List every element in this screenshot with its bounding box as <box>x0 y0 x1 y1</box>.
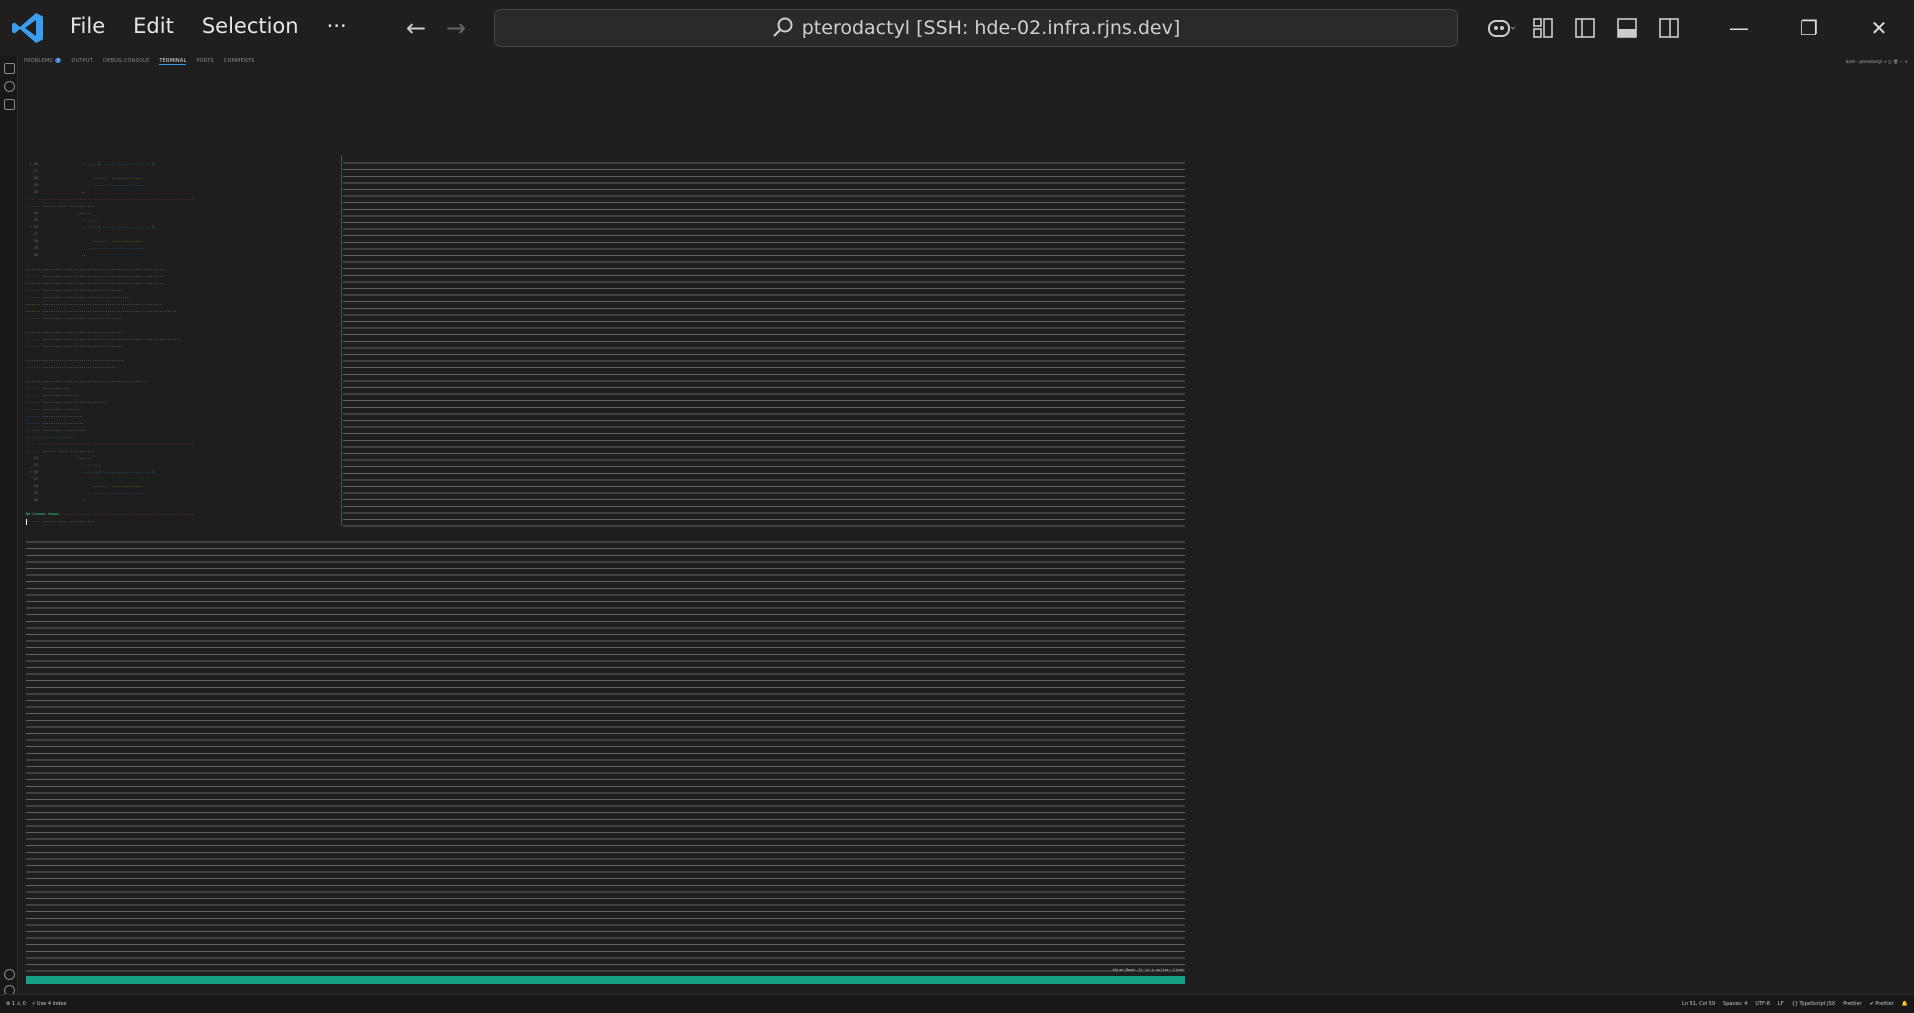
forward-arrow-icon[interactable]: → <box>446 14 466 42</box>
explorer-icon[interactable] <box>4 63 15 74</box>
menu-more[interactable]: ··· <box>327 14 347 38</box>
vscode-logo-icon[interactable] <box>10 10 46 46</box>
back-arrow-icon[interactable]: ← <box>406 14 426 42</box>
status-bar: ⊗ 1 ⚠ 0 ⚡ Use 4 index Ln 51, Col 59 Spac… <box>0 994 1914 1013</box>
menu-selection[interactable]: Selection <box>202 14 299 38</box>
menu-edit[interactable]: Edit <box>133 14 174 38</box>
indentation[interactable]: Spaces: 4 <box>1723 1001 1747 1007</box>
menu-file[interactable]: File <box>70 14 105 38</box>
terminal-right-pane-lines <box>343 157 1185 531</box>
cursor-position[interactable]: Ln 51, Col 59 <box>1682 1001 1715 1007</box>
source-control-icon[interactable] <box>4 81 15 92</box>
kill-terminal-icon[interactable]: 🗑 <box>1893 59 1898 64</box>
panel-tabs: PROBLEMS 7 OUTPUT DEBUG CONSOLE TERMINAL… <box>24 58 255 65</box>
close-panel-icon[interactable]: ✕ <box>1905 59 1908 64</box>
customize-layout-icon[interactable] <box>1522 0 1564 56</box>
account-icon[interactable] <box>4 969 15 980</box>
terminal-no-issues: No Issues found. <box>26 512 61 516</box>
tab-debug-console[interactable]: DEBUG CONSOLE <box>103 58 149 65</box>
language-mode[interactable]: {} TypeScript JSX <box>1792 1001 1836 1007</box>
index-status[interactable]: ⚡ Use 4 index <box>32 1001 66 1007</box>
search-text: pterodactyl [SSH: hde-02.infra.rjns.dev] <box>801 17 1181 39</box>
split-terminal-icon[interactable]: ◫ <box>1888 59 1892 64</box>
tab-comments[interactable]: COMMENTS <box>224 58 255 65</box>
terminal-name[interactable]: bash - pterodactyl <box>1846 59 1882 64</box>
close-icon[interactable]: ✕ <box>1844 0 1914 56</box>
encoding[interactable]: UTF-8 <box>1755 1001 1770 1007</box>
tab-ports[interactable]: PORTS <box>196 58 213 65</box>
toggle-panel-icon[interactable] <box>1606 0 1648 56</box>
terminal-status-strip <box>26 976 1185 984</box>
terminal-lower-lines <box>26 536 1185 972</box>
command-center-search[interactable]: pterodactyl [SSH: hde-02.infra.rjns.dev] <box>494 9 1458 47</box>
title-bar: File Edit Selection ··· ← → pterodactyl … <box>0 0 1914 56</box>
tab-output[interactable]: OUTPUT <box>71 58 93 65</box>
problems-badge: 7 <box>54 58 62 63</box>
more-actions-icon[interactable]: ··· <box>1900 59 1904 64</box>
prettier-status[interactable]: Prettier <box>1843 1001 1861 1007</box>
menu-bar: File Edit Selection ··· <box>70 14 347 38</box>
problems-status[interactable]: ⊗ 1 ⚠ 0 <box>6 1001 26 1007</box>
toggle-secondary-sidebar-icon[interactable] <box>1648 0 1690 56</box>
restore-icon[interactable]: ❐ <box>1774 0 1844 56</box>
notifications-icon[interactable]: 🔔 <box>1902 1001 1908 1007</box>
terminal-status-info: Qulae Mood: Ir le a nullar: Clent <box>1112 968 1184 972</box>
terminal-output[interactable]: > 16 ........( ...................... ) … <box>25 154 340 526</box>
title-actions: — ❐ ✕ <box>1480 0 1914 56</box>
terminal-split-divider[interactable] <box>341 155 342 526</box>
bottom-panel: PROBLEMS 7 OUTPUT DEBUG CONSOLE TERMINAL… <box>18 56 1914 994</box>
line-ending[interactable]: LF <box>1778 1001 1784 1007</box>
search-icon <box>773 17 793 37</box>
toggle-primary-sidebar-icon[interactable] <box>1564 0 1606 56</box>
run-debug-icon[interactable] <box>4 99 15 110</box>
prettier-check[interactable]: ✔ Prettier <box>1870 1001 1894 1007</box>
copilot-icon[interactable] <box>1480 0 1522 56</box>
new-terminal-icon[interactable]: + <box>1883 59 1886 64</box>
tab-problems[interactable]: PROBLEMS 7 <box>24 58 62 65</box>
minimize-icon[interactable]: — <box>1704 0 1774 56</box>
activity-bar <box>0 56 18 996</box>
terminal-cursor <box>26 519 27 525</box>
tab-problems-label: PROBLEMS <box>24 58 53 64</box>
tab-terminal[interactable]: TERMINAL <box>159 58 187 65</box>
panel-actions: bash - pterodactyl + ◫ 🗑 ··· ✕ <box>1846 59 1908 64</box>
